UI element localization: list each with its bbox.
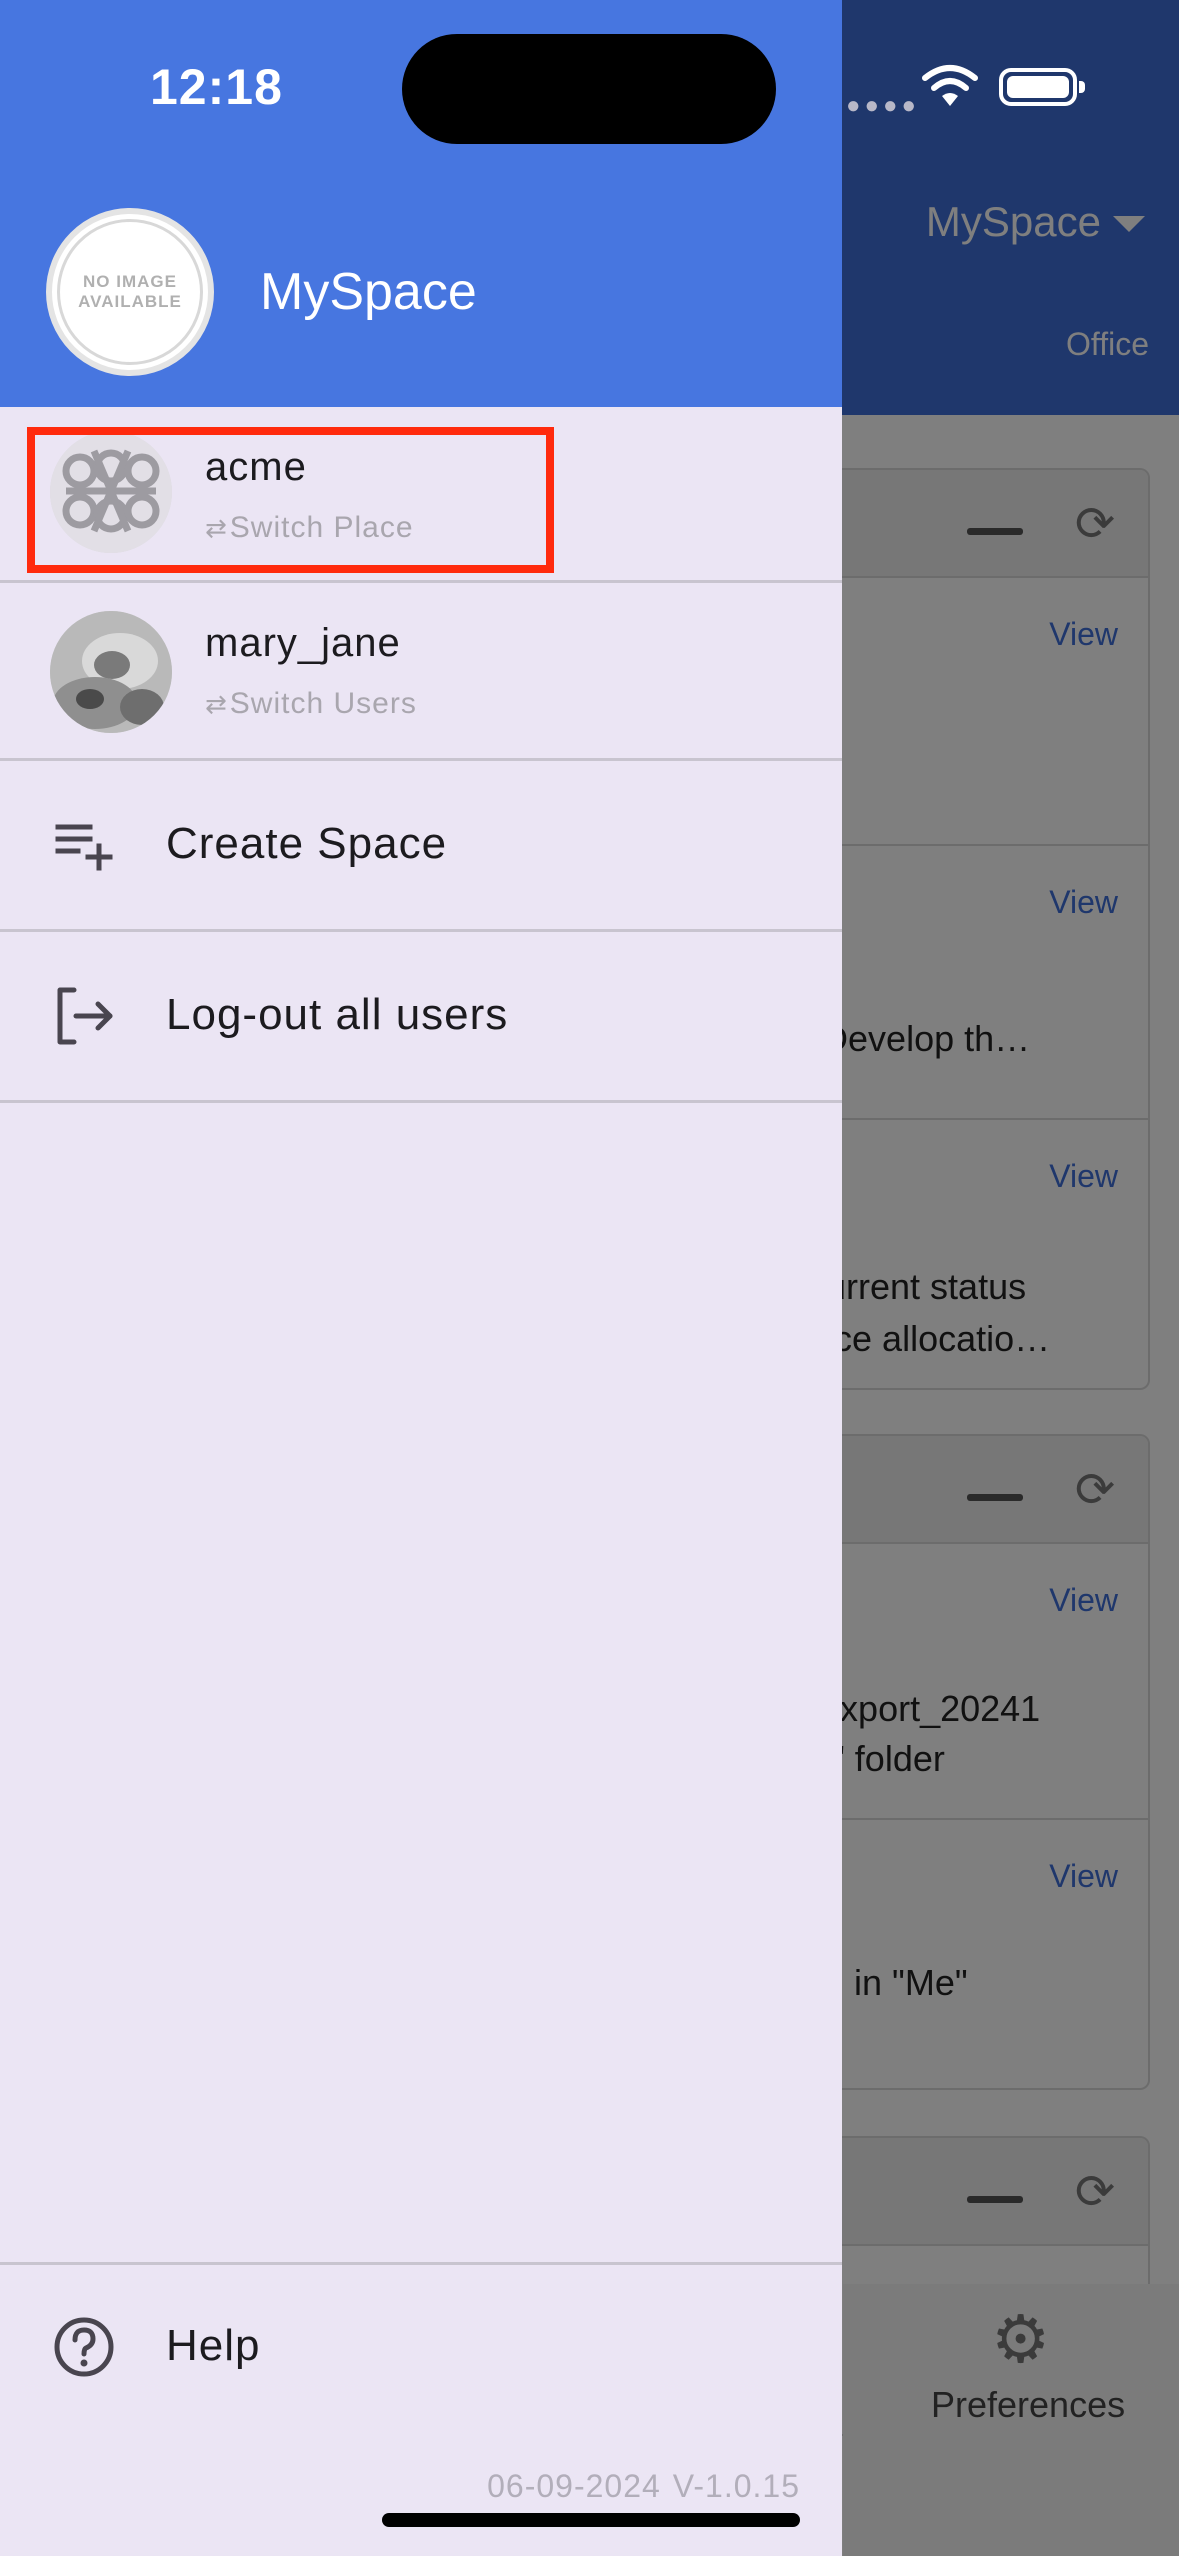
playlist-add-icon <box>55 824 113 871</box>
create-space-item[interactable]: Create Space <box>0 761 842 929</box>
navigation-drawer: 12:18 NO IMAGE AVAILABLE MySpace acme ⇄S… <box>0 0 842 2556</box>
version-info: 06-09-2024 V-1.0.15 <box>475 2468 800 2505</box>
help-item[interactable]: Help <box>0 2265 842 2435</box>
status-time: 12:18 <box>150 59 283 115</box>
avatar <box>50 611 172 733</box>
dynamic-island <box>402 34 776 144</box>
version-number: V-1.0.15 <box>672 2468 800 2504</box>
help-circle-icon <box>54 2317 114 2377</box>
wifi-icon <box>922 65 978 106</box>
battery-nub <box>1079 81 1085 93</box>
help-label: Help <box>166 2321 261 2370</box>
create-space-label: Create Space <box>166 819 448 868</box>
account-row-mary-jane[interactable]: mary_jane ⇄Switch Users <box>0 583 842 758</box>
logout-icon <box>57 987 113 1045</box>
battery-icon <box>999 68 1085 106</box>
no-image-placeholder: NO IMAGE AVAILABLE <box>78 272 182 311</box>
space-avatar: NO IMAGE AVAILABLE <box>46 208 214 376</box>
build-date: 06-09-2024 <box>487 2468 661 2504</box>
account-name: mary_jane <box>205 621 401 665</box>
switch-users-label[interactable]: ⇄Switch Users <box>205 687 417 721</box>
divider <box>0 1100 842 1103</box>
avatar-ring: NO IMAGE AVAILABLE <box>57 219 203 365</box>
drawer-title: MySpace <box>260 263 477 321</box>
highlight-box <box>27 427 554 573</box>
logout-all-item[interactable]: Log-out all users <box>0 932 842 1100</box>
cellular-signal-icon: ●●●● <box>846 92 920 119</box>
logout-all-label: Log-out all users <box>166 990 509 1039</box>
battery-fill <box>1007 76 1069 98</box>
photo-avatar-image <box>50 611 172 733</box>
switch-users-text: Switch Users <box>229 687 417 720</box>
home-indicator <box>382 2513 800 2527</box>
swap-arrows-icon: ⇄ <box>205 689 228 719</box>
